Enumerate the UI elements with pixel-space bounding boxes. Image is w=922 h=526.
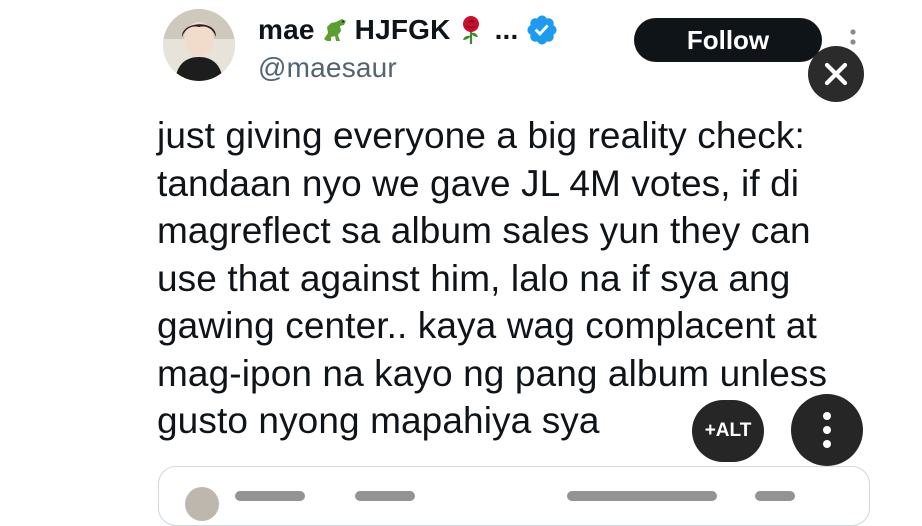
alt-text-button[interactable]: +ALT xyxy=(692,400,764,462)
display-name-first: mae xyxy=(258,14,315,45)
quoted-name-fragment xyxy=(235,491,305,501)
dinosaur-icon xyxy=(319,14,351,46)
quoted-avatar xyxy=(185,487,219,521)
quoted-tweet-card[interactable] xyxy=(158,466,870,526)
author-handle[interactable]: @maesaur xyxy=(258,52,397,84)
close-icon xyxy=(824,62,848,86)
quoted-handle-fragment xyxy=(567,491,717,501)
close-button[interactable] xyxy=(808,46,864,102)
media-more-button[interactable] xyxy=(791,394,863,466)
follow-button[interactable]: Follow xyxy=(634,18,822,62)
vertical-dots-icon xyxy=(823,412,831,448)
tweet-text: just giving everyone a big reality check… xyxy=(157,115,828,441)
rose-icon xyxy=(455,14,487,46)
author-name[interactable]: mae HJFGK ... xyxy=(258,12,559,48)
quoted-time-fragment xyxy=(755,491,795,501)
author-avatar[interactable] xyxy=(163,9,235,81)
verified-badge-icon xyxy=(525,13,559,47)
display-name-second: HJFGK xyxy=(354,14,451,45)
name-ellipsis: ... xyxy=(494,14,519,45)
quoted-name-fragment xyxy=(355,491,415,501)
